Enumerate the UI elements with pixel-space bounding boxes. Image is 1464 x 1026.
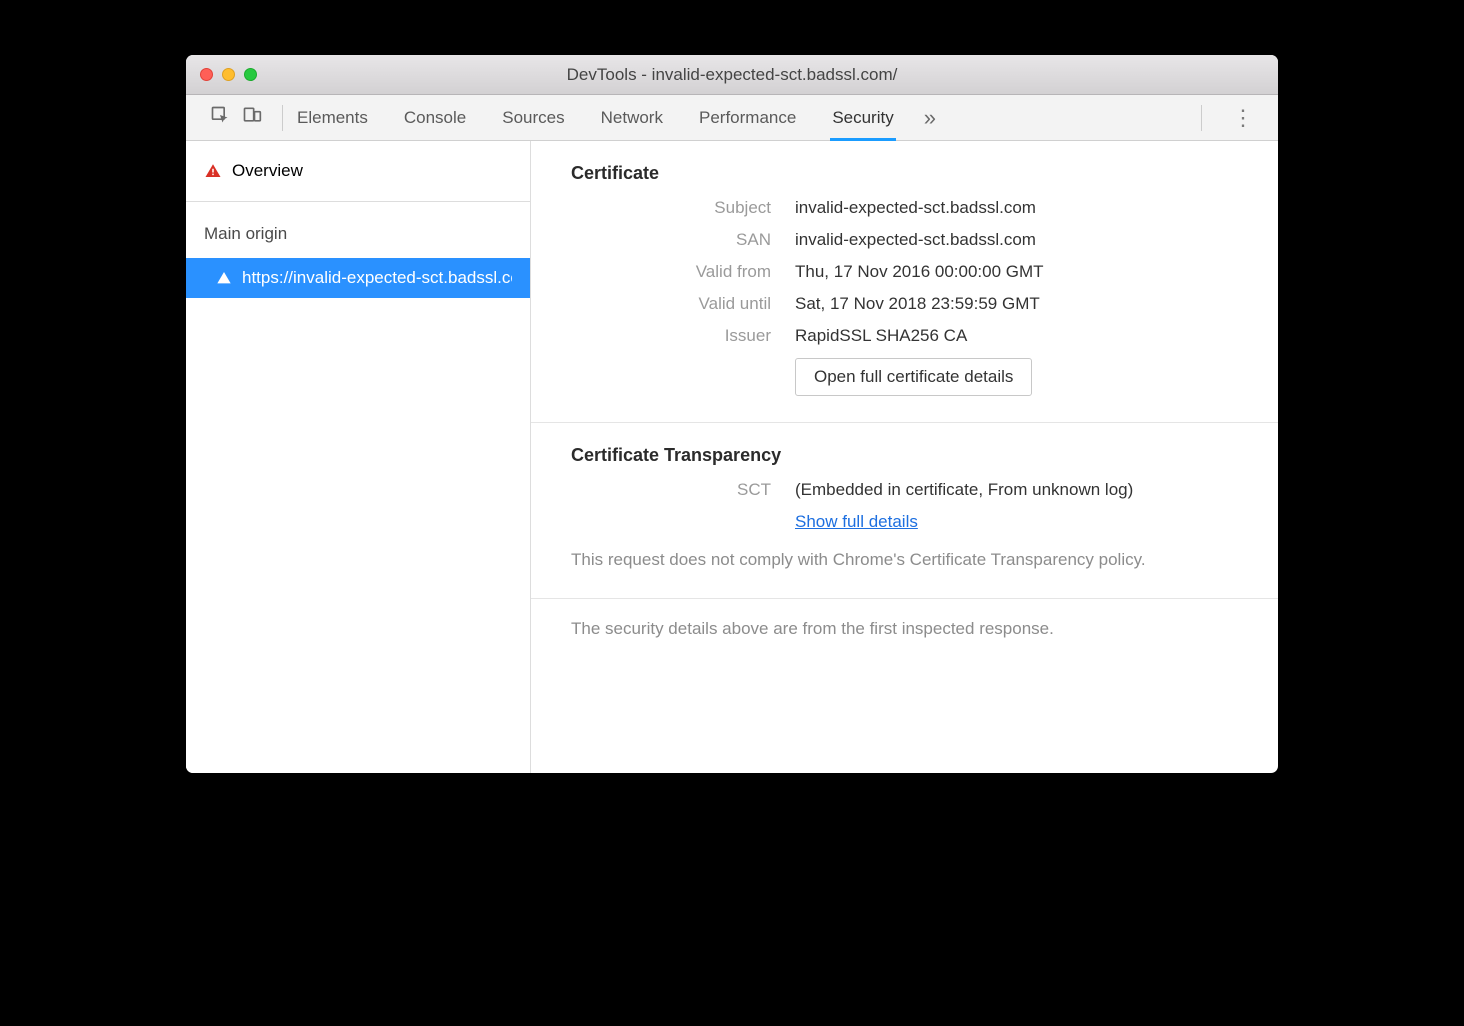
label-issuer: Issuer [571,326,771,346]
label-san: SAN [571,230,771,250]
main-origin-heading: Main origin [186,202,530,258]
panel-tabs: Elements Console Sources Network Perform… [297,95,894,140]
label-subject: Subject [571,198,771,218]
titlebar: DevTools - invalid-expected-sct.badssl.c… [186,55,1278,95]
zoom-window-button[interactable] [244,68,257,81]
tab-console[interactable]: Console [404,95,466,140]
overview-label: Overview [232,161,303,181]
toolbar-separator [1201,105,1202,131]
ct-heading: Certificate Transparency [571,445,1238,466]
security-content: Certificate Subject invalid-expected-sct… [531,141,1278,773]
certificate-section: Certificate Subject invalid-expected-sct… [531,141,1278,423]
value-sct: (Embedded in certificate, From unknown l… [795,480,1238,500]
tab-sources[interactable]: Sources [502,95,564,140]
minimize-window-button[interactable] [222,68,235,81]
sidebar-overview[interactable]: Overview [186,141,530,202]
origin-item[interactable]: https://invalid-expected-sct.badssl.com [186,258,530,298]
tab-elements[interactable]: Elements [297,95,368,140]
footer-note: The security details above are from the … [531,599,1278,659]
more-tabs-icon[interactable]: » [924,105,936,131]
tab-network[interactable]: Network [601,95,663,140]
value-valid-until: Sat, 17 Nov 2018 23:59:59 GMT [795,294,1238,314]
toolbar-separator [282,105,283,131]
value-san: invalid-expected-sct.badssl.com [795,230,1238,250]
label-sct: SCT [571,480,771,500]
open-cert-details-button[interactable]: Open full certificate details [795,358,1032,396]
devtools-toolbar: Elements Console Sources Network Perform… [186,95,1278,141]
tab-performance[interactable]: Performance [699,95,796,140]
label-valid-from: Valid from [571,262,771,282]
label-valid-until: Valid until [571,294,771,314]
value-subject: invalid-expected-sct.badssl.com [795,198,1238,218]
ct-section: Certificate Transparency SCT (Embedded i… [531,423,1278,599]
value-issuer: RapidSSL SHA256 CA [795,326,1238,346]
security-sidebar: Overview Main origin https://invalid-exp… [186,141,531,773]
devtools-window: DevTools - invalid-expected-sct.badssl.c… [186,55,1278,773]
tab-security[interactable]: Security [832,95,893,140]
window-controls [186,68,257,81]
origin-url: https://invalid-expected-sct.badssl.com [242,268,512,288]
warning-triangle-icon [204,162,222,180]
show-full-details-link[interactable]: Show full details [795,512,918,531]
close-window-button[interactable] [200,68,213,81]
inspect-element-icon[interactable] [210,105,230,130]
certificate-heading: Certificate [571,163,1238,184]
device-toolbar-icon[interactable] [242,105,262,130]
warning-triangle-icon [216,270,232,286]
window-title: DevTools - invalid-expected-sct.badssl.c… [186,65,1278,85]
ct-policy-note: This request does not comply with Chrome… [571,548,1238,572]
value-valid-from: Thu, 17 Nov 2016 00:00:00 GMT [795,262,1238,282]
kebab-menu-icon[interactable]: ⋮ [1216,105,1268,131]
